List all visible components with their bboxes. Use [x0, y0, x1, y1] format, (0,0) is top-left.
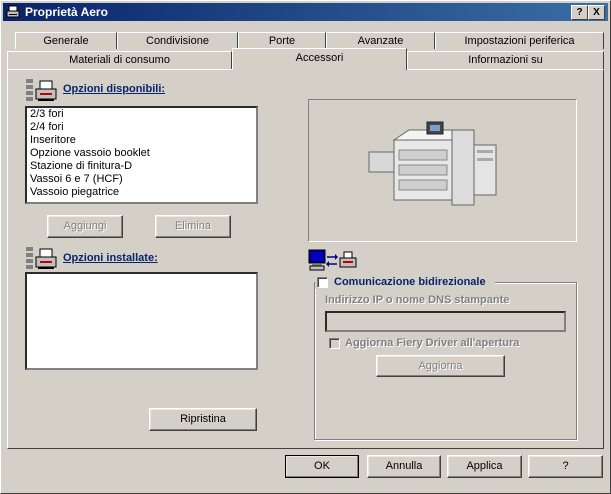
- title-bar[interactable]: Proprietà Aero ? X: [3, 3, 608, 21]
- list-item[interactable]: Opzione vassoio booklet: [27, 147, 256, 160]
- list-item[interactable]: Stazione di finitura-D: [27, 160, 256, 173]
- close-button[interactable]: X: [588, 5, 605, 20]
- ip-address-label: Indirizzo IP o nome DNS stampante: [325, 294, 510, 306]
- tab-generale[interactable]: Generale: [15, 32, 117, 49]
- bidirectional-checkbox[interactable]: [317, 277, 328, 288]
- installed-options-label: Opzioni installate:: [63, 252, 158, 264]
- tab-informazioni-su[interactable]: Informazioni su: [407, 51, 604, 69]
- update-button[interactable]: Aggiorna: [376, 355, 505, 377]
- tab-avanzate[interactable]: Avanzate: [326, 32, 435, 49]
- printer-installed-icon: [26, 247, 57, 269]
- properties-dialog: Proprietà Aero ? X Generale Condivisione…: [0, 0, 611, 494]
- printer-options-icon: [26, 79, 57, 101]
- list-item[interactable]: 2/3 fori: [27, 108, 256, 121]
- remove-button[interactable]: Elimina: [155, 215, 231, 238]
- ok-button[interactable]: OK: [285, 455, 359, 478]
- help-title-button[interactable]: ?: [571, 5, 588, 20]
- add-button[interactable]: Aggiungi: [47, 215, 123, 238]
- available-options-label: Opzioni disponibili:: [63, 83, 166, 95]
- list-item[interactable]: 2/4 fori: [27, 121, 256, 134]
- bidirectional-label[interactable]: Comunicazione bidirezionale: [334, 276, 486, 288]
- update-on-open-label[interactable]: Aggiorna Fiery Driver all'apertura: [345, 337, 519, 349]
- cancel-button[interactable]: Annulla: [367, 455, 441, 478]
- tab-condivisione[interactable]: Condivisione: [117, 32, 238, 49]
- tab-materiali-di-consumo[interactable]: Materiali di consumo: [7, 51, 232, 69]
- tab-impostazioni-periferica[interactable]: Impostazioni periferica: [435, 32, 604, 49]
- available-options-list[interactable]: 2/3 fori 2/4 fori Inseritore Opzione vas…: [25, 106, 258, 204]
- list-item[interactable]: Vassoi 6 e 7 (HCF): [27, 173, 256, 186]
- list-item[interactable]: Vassoio piegatrice: [27, 186, 256, 199]
- printer-image: [368, 121, 497, 206]
- ip-address-field[interactable]: [325, 311, 566, 332]
- window-title: Proprietà Aero: [25, 5, 108, 19]
- restore-button[interactable]: Ripristina: [149, 408, 257, 431]
- printer-icon: [6, 5, 20, 18]
- list-item[interactable]: Inseritore: [27, 134, 256, 147]
- installed-options-list[interactable]: [25, 272, 258, 370]
- printer-picture-frame: [308, 99, 577, 242]
- help-button[interactable]: ?: [528, 455, 603, 478]
- update-on-open-checkbox[interactable]: [329, 338, 340, 349]
- tab-accessori[interactable]: Accessori: [232, 48, 407, 70]
- tab-porte[interactable]: Porte: [238, 32, 326, 49]
- bidirectional-icon: [308, 249, 357, 271]
- apply-button[interactable]: Applica: [447, 455, 522, 478]
